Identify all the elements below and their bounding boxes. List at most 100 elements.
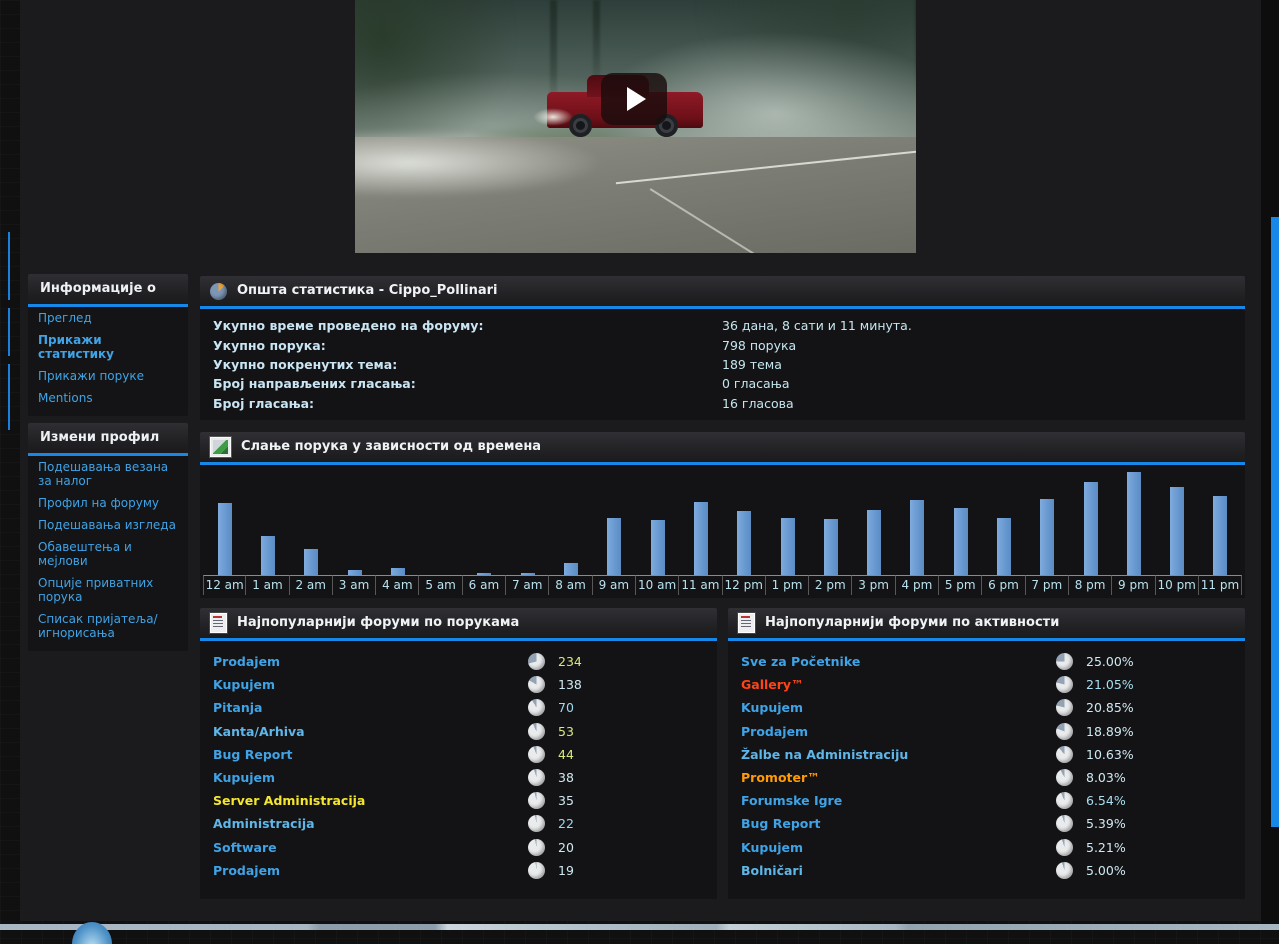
chart-hour-cell: 7 pm [1026, 469, 1069, 595]
table-row: Kanta/Arhiva53 [200, 720, 717, 743]
bar-zone [506, 469, 549, 575]
board-value: 20.85% [1086, 700, 1134, 715]
chart-hour-cell: 12 am [203, 469, 246, 595]
board-link[interactable]: Prodajem [200, 654, 280, 669]
activity-bar [304, 549, 318, 575]
mini-pie-icon [1056, 792, 1073, 809]
popular-boards-by-activity-panel: Најпопуларнији форуми по активности Sve … [728, 608, 1245, 899]
board-link[interactable]: Forumske Igre [728, 793, 842, 808]
stat-label: Број направљених гласања: [200, 376, 416, 391]
board-value: 35 [558, 793, 574, 808]
left-accent-line [8, 364, 10, 430]
activity-bar [737, 511, 751, 575]
board-link[interactable]: Kanta/Arhiva [200, 724, 305, 739]
table-row: Kupujem138 [200, 673, 717, 696]
sidebar-item[interactable]: Преглед [28, 307, 188, 329]
mini-pie-icon [1056, 769, 1073, 786]
bar-zone [723, 469, 766, 575]
bar-zone [1112, 469, 1155, 575]
sidebar-item[interactable]: Подешавања изгледа [28, 514, 188, 536]
board-link[interactable]: Administracija [200, 816, 315, 831]
scrollbar-thumb[interactable] [1271, 217, 1279, 827]
bar-zone [1026, 469, 1069, 575]
board-link[interactable]: Bolničari [728, 863, 803, 878]
general-statistics-panel: Општа статистика - Cippo_Pollinari Укупн… [200, 276, 1245, 420]
board-value: 70 [558, 700, 574, 715]
sidebar-section-info: Информације о ПрегледПрикажи статистикуП… [28, 274, 188, 416]
general-statistics-body: Укупно време проведено на форуму:36 дана… [200, 309, 1245, 420]
sidebar-item[interactable]: Подешавања везана за налог [28, 456, 188, 492]
board-link[interactable]: Kupujem [200, 677, 275, 692]
chart-hour-cell: 8 pm [1069, 469, 1112, 595]
activity-bar [824, 519, 838, 575]
sidebar-item[interactable]: Опције приватних порука [28, 572, 188, 608]
activity-bar [564, 563, 578, 575]
sidebar-item[interactable]: Прикажи статистику [28, 329, 188, 365]
x-axis-label: 12 pm [723, 575, 766, 595]
board-link[interactable]: Gallery™ [728, 677, 804, 692]
mini-pie-icon [528, 792, 545, 809]
chart-hour-cell: 5 am [419, 469, 462, 595]
board-value: 5.21% [1086, 840, 1126, 855]
sidebar-section-edit-profile: Измени профил Подешавања везана за налог… [28, 423, 188, 651]
board-link[interactable]: Pitanja [200, 700, 262, 715]
stat-row: Број направљених гласања: 0 гласања [200, 374, 1245, 393]
report-icon [738, 613, 755, 633]
sidebar-item[interactable]: Mentions [28, 387, 188, 409]
bar-zone [679, 469, 722, 575]
x-axis-label: 9 pm [1112, 575, 1155, 595]
x-axis-label: 3 am [333, 575, 376, 595]
board-link[interactable]: Promoter™ [728, 770, 820, 785]
board-value: 5.00% [1086, 863, 1126, 878]
board-value: 44 [558, 747, 574, 762]
board-link[interactable]: Bug Report [200, 747, 293, 762]
report-icon [210, 613, 227, 633]
bar-zone [376, 469, 419, 575]
table-row: Pitanja 70 [200, 696, 717, 719]
stat-label: Укупно време проведено на форуму: [200, 318, 483, 333]
mini-pie-icon [1056, 676, 1073, 693]
chart-hour-cell: 11 pm [1199, 469, 1242, 595]
x-axis-label: 11 pm [1199, 575, 1242, 595]
board-value: 8.03% [1086, 770, 1126, 785]
mini-pie-icon [1056, 815, 1073, 832]
x-axis-label: 8 pm [1069, 575, 1112, 595]
bar-zone [593, 469, 636, 575]
table-row: Bolničari 5.00% [728, 859, 1245, 882]
stat-value: 0 гласања [722, 376, 790, 391]
sidebar-item[interactable]: Прикажи поруке [28, 365, 188, 387]
board-link[interactable]: Žalbe na Administraciju [728, 747, 908, 762]
sidebar-item[interactable]: Списак пријатеља/игнорисања [28, 608, 188, 644]
x-axis-label: 10 am [636, 575, 679, 595]
sidebar-item[interactable]: Профил на форуму [28, 492, 188, 514]
embedded-video-player[interactable] [355, 0, 916, 253]
board-link[interactable]: Server Administracija [200, 793, 365, 808]
posting-time-chart-panel: Слање порука у зависности од времена 12 … [200, 432, 1245, 598]
board-link[interactable]: Kupujem [728, 700, 803, 715]
board-link[interactable]: Prodajem [728, 724, 808, 739]
table-row: Administracija22 [200, 812, 717, 835]
sidebar-item[interactable]: Обавештења и мејлови [28, 536, 188, 572]
board-link[interactable]: Bug Report [728, 816, 821, 831]
x-axis-label: 10 pm [1156, 575, 1199, 595]
table-row: Kupujem38 [200, 766, 717, 789]
x-axis-label: 7 pm [1026, 575, 1069, 595]
table-row: Prodajem18.89% [728, 720, 1245, 743]
popular-boards-by-posts-panel: Најпопуларнији форуми по порукама Prodaj… [200, 608, 717, 899]
board-link[interactable]: Kupujem [200, 770, 275, 785]
board-value: 20 [558, 840, 574, 855]
board-link[interactable]: Prodajem [200, 863, 280, 878]
bar-zone [419, 469, 462, 575]
play-icon[interactable] [601, 73, 667, 125]
bar-zone [852, 469, 895, 575]
pie-chart-icon [210, 283, 227, 300]
table-row: Žalbe na Administraciju10.63% [728, 743, 1245, 766]
mini-pie-icon [1056, 862, 1073, 879]
board-link[interactable]: Kupujem [728, 840, 803, 855]
mini-pie-icon [528, 769, 545, 786]
table-row: Sve za Početnike25.00% [728, 650, 1245, 673]
board-link[interactable]: Sve za Početnike [728, 654, 860, 669]
board-link[interactable]: Software [200, 840, 277, 855]
bar-zone [290, 469, 333, 575]
chart-hour-cell: 2 am [290, 469, 333, 595]
